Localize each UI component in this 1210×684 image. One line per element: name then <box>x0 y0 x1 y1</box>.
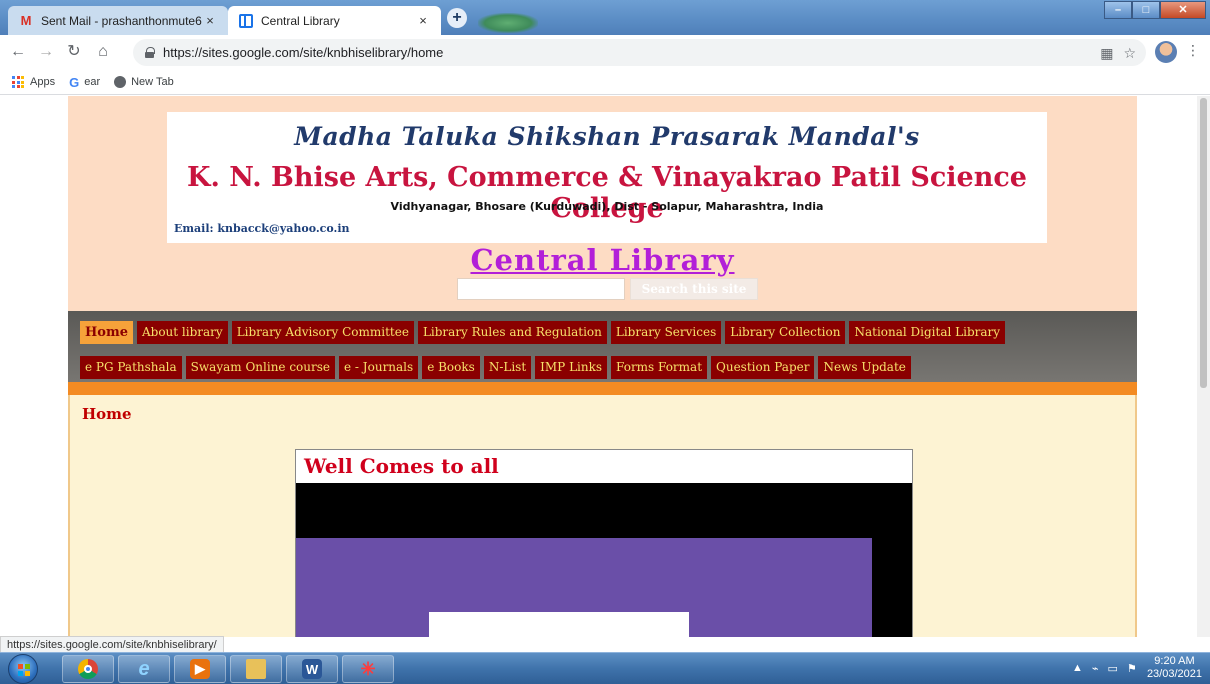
bookmark-apps[interactable]: Apps <box>12 76 55 88</box>
close-window-button[interactable]: ✕ <box>1160 1 1206 19</box>
taskbar-word[interactable]: W <box>286 655 338 683</box>
society-name: Madha Taluka Shikshan Prasarak Mandal's <box>294 122 920 151</box>
nav-item-national-digital-library[interactable]: National Digital Library <box>849 321 1006 344</box>
media-player-icon: ▶ <box>190 659 210 679</box>
nav-item-imp-links[interactable]: IMP Links <box>535 356 608 379</box>
network-icon[interactable]: ⌁ <box>1092 662 1099 675</box>
bookmark-star-icon[interactable]: ☆ <box>1123 45 1136 62</box>
college-banner: Madha Taluka Shikshan Prasarak Mandal's … <box>167 112 1047 243</box>
tab-label: Central Library <box>261 13 340 28</box>
page-scrollbar[interactable] <box>1197 96 1210 637</box>
site-title-link[interactable]: Central Library <box>68 243 1137 277</box>
bookmark-new-tab[interactable]: New Tab <box>114 76 174 88</box>
system-clock[interactable]: 9:20 AM 23/03/2021 <box>1147 655 1202 681</box>
home-icon[interactable]: ⌂ <box>94 43 112 61</box>
nav-item-library-collection[interactable]: Library Collection <box>725 321 846 344</box>
slide-image <box>296 538 872 637</box>
page-heading: Home <box>82 405 132 423</box>
nav-item-about-library[interactable]: About library <box>136 321 228 344</box>
word-icon: W <box>302 659 322 679</box>
bookmark-label: Apps <box>30 76 56 88</box>
nav-item-n-list[interactable]: N-List <box>483 356 532 379</box>
site-header: Madha Taluka Shikshan Prasarak Mandal's … <box>68 96 1137 311</box>
scrollbar-thumb[interactable] <box>1200 98 1207 388</box>
lock-icon <box>145 47 155 58</box>
google-icon: G <box>69 74 80 90</box>
site-navigation: Home About library Library Advisory Commit… <box>68 311 1137 382</box>
window-controls: – □ ✕ <box>1104 1 1206 19</box>
bookmarks-bar: Apps G ear New Tab <box>0 70 1210 95</box>
nav-item-news-update[interactable]: News Update <box>818 356 911 379</box>
taskbar-paint-app[interactable]: ✳ <box>342 655 394 683</box>
maximize-button[interactable]: □ <box>1132 1 1160 19</box>
search-input[interactable] <box>457 278 625 300</box>
start-button[interactable] <box>8 654 38 684</box>
search-button[interactable]: Search this site <box>630 278 758 300</box>
menu-dots-icon[interactable]: ⋮ <box>1186 42 1200 59</box>
nav-item-e-pg-pathshala[interactable]: e PG Pathshala <box>80 356 182 379</box>
action-center-flag-icon[interactable]: ⚑ <box>1127 662 1137 675</box>
welcome-slideshow[interactable]: Well Comes to all <box>295 449 913 637</box>
nav-item-e-journals[interactable]: e - Journals <box>339 356 419 379</box>
nav-row-primary: Home About library Library Advisory Commit… <box>80 321 1006 344</box>
bookmark-google[interactable]: G ear <box>69 75 100 90</box>
nav-row-secondary: e PG Pathshala Swayam Online course e - Jo… <box>80 356 911 379</box>
folder-icon <box>246 659 266 679</box>
photo-frame <box>429 612 689 637</box>
show-hidden-icons-icon[interactable]: ▲ <box>1072 662 1083 675</box>
window-decoration <box>478 13 538 33</box>
site-container: Madha Taluka Shikshan Prasarak Mandal's … <box>68 96 1137 637</box>
taskbar-internet-explorer[interactable]: e <box>118 655 170 683</box>
address-bar[interactable]: https://sites.google.com/site/knbhiselib… <box>133 39 1146 66</box>
apps-grid-icon <box>12 76 24 88</box>
taskbar-chrome[interactable] <box>62 655 114 683</box>
new-tab-button[interactable]: + <box>447 8 467 28</box>
tab-label: Sent Mail - prashanthonmute666 <box>41 13 202 28</box>
globe-icon <box>114 76 127 88</box>
tab-central-library[interactable]: Central Library × <box>228 6 441 35</box>
profile-avatar[interactable] <box>1155 41 1177 63</box>
gmail-icon: M <box>20 13 32 28</box>
nav-divider <box>68 382 1137 395</box>
windows-logo-icon <box>18 664 30 676</box>
college-email: Email: knbacck@yahoo.co.in <box>174 222 350 235</box>
taskbar-file-explorer[interactable] <box>230 655 282 683</box>
tab-close-icon[interactable]: × <box>202 13 218 28</box>
nav-item-library-rules-and-regulation[interactable]: Library Rules and Regulation <box>417 321 607 344</box>
google-sites-icon <box>238 13 254 29</box>
bookmark-label: ear <box>84 76 101 88</box>
display-icon[interactable]: ▭ <box>1108 662 1118 675</box>
back-arrow-icon[interactable]: ← <box>9 43 27 61</box>
url-text[interactable]: https://sites.google.com/site/knbhiselib… <box>163 45 443 60</box>
nav-item-home[interactable]: Home <box>80 321 133 344</box>
nav-item-swayam-online-course[interactable]: Swayam Online course <box>185 356 336 379</box>
windows-taskbar: e ▶ W ✳ ▲ ⌁ ▭ ⚑ 9:20 AM 23/03/2021 <box>0 652 1210 684</box>
main-content: Home Well Comes to all <box>68 395 1137 637</box>
tab-strip: M Sent Mail - prashanthonmute666 × Centr… <box>0 0 1210 35</box>
clock-date: 23/03/2021 <box>1146 668 1202 680</box>
browser-toolbar: ← → ↻ ⌂ https://sites.google.com/site/kn… <box>0 35 1210 70</box>
page-viewport: Madha Taluka Shikshan Prasarak Mandal's … <box>0 96 1197 637</box>
starburst-icon: ✳ <box>360 658 376 679</box>
nav-item-question-paper[interactable]: Question Paper <box>711 356 815 379</box>
college-name: K. N. Bhise Arts, Commerce & Vinayakrao … <box>187 162 1027 224</box>
nav-item-e-books[interactable]: e Books <box>422 356 480 379</box>
reload-icon[interactable]: ↻ <box>65 43 83 61</box>
minimize-button[interactable]: – <box>1104 1 1132 19</box>
taskbar-media-player[interactable]: ▶ <box>174 655 226 683</box>
nav-item-library-advisory-committee[interactable]: Library Advisory Committee <box>231 321 414 344</box>
clock-time: 9:20 AM <box>1154 655 1195 667</box>
qr-code-icon[interactable]: ▦ <box>1100 45 1113 62</box>
forward-arrow-icon[interactable]: → <box>37 43 55 61</box>
tab-gmail[interactable]: M Sent Mail - prashanthonmute666 × <box>8 6 228 35</box>
chrome-icon <box>78 659 98 679</box>
tab-close-icon[interactable]: × <box>415 13 431 28</box>
internet-explorer-icon: e <box>138 657 150 680</box>
bookmark-label: New Tab <box>131 76 174 88</box>
nav-item-library-services[interactable]: Library Services <box>610 321 722 344</box>
slideshow-title: Well Comes to all <box>296 450 912 483</box>
college-address: Vidhyanagar, Bhosare (Kurduwadi), Dist -… <box>390 200 824 213</box>
nav-item-forms-format[interactable]: Forms Format <box>611 356 708 379</box>
